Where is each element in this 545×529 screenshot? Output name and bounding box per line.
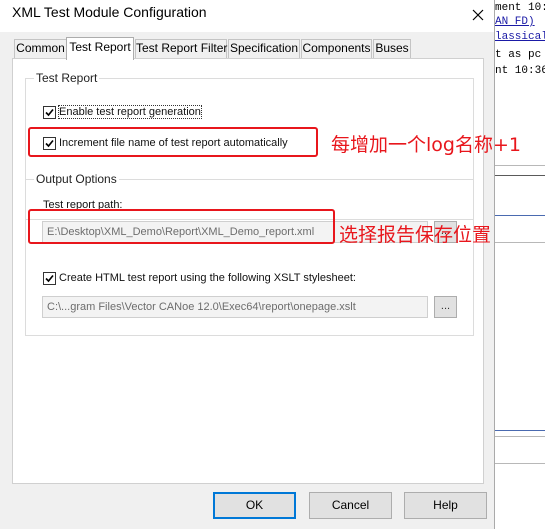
annotation-path-note: 选择报告保存位置 (339, 224, 492, 246)
ok-button[interactable]: OK (213, 492, 296, 519)
xslt-stylesheet-field[interactable]: C:\...gram Files\Vector CANoe 12.0\Exec6… (42, 296, 428, 318)
annotation-increment-note: 每增加一个log名称+1 (331, 134, 521, 156)
tab-buses[interactable]: Buses (373, 39, 411, 58)
tab-label: Test Report Filter (136, 41, 228, 55)
group-output-options: Output Options Test report path: E:\Desk… (25, 172, 474, 336)
background-text-line: nt 10:36 (495, 65, 545, 77)
background-divider (495, 436, 545, 437)
background-divider (495, 215, 545, 216)
tab-panel-test-report: Test Report Enable test report generatio… (12, 58, 484, 484)
tab-label: Test Report (69, 40, 131, 54)
group-title: Output Options (34, 172, 119, 186)
tab-label: Specification (229, 41, 299, 55)
tab-label: Common (16, 41, 65, 55)
background-divider (495, 430, 545, 431)
tab-components[interactable]: Components (301, 39, 372, 58)
enable-report-label[interactable]: Enable test report generation (58, 105, 202, 119)
background-divider (495, 165, 545, 166)
background-text-line: t as pc (495, 49, 542, 61)
xml-test-module-dialog: XML Test Module Configuration Common Tes… (0, 0, 495, 529)
tab-specification[interactable]: Specification (228, 39, 300, 58)
create-html-checkbox[interactable] (43, 272, 56, 285)
tab-test-report-filter[interactable]: Test Report Filter (135, 39, 227, 58)
cancel-button[interactable]: Cancel (309, 492, 392, 519)
title-bar[interactable]: XML Test Module Configuration (0, 0, 494, 32)
background-divider (495, 463, 545, 464)
background-divider (495, 242, 545, 243)
background-text-line: ment 10: (495, 2, 545, 14)
checkmark-icon (45, 274, 54, 283)
group-title: Test Report (34, 71, 100, 85)
create-html-label[interactable]: Create HTML test report using the follow… (59, 272, 356, 284)
annotation-highlight-path (28, 209, 335, 244)
dialog-title: XML Test Module Configuration (12, 4, 207, 20)
tab-common[interactable]: Common (14, 39, 67, 58)
background-app-window: ment 10: AN FD) lassical t as pc nt 10:3… (495, 0, 545, 529)
help-button[interactable]: Help (404, 492, 487, 519)
xslt-browse-button[interactable]: ... (434, 296, 457, 318)
tab-label: Components (302, 41, 371, 55)
checkmark-icon (45, 108, 54, 117)
tab-test-report[interactable]: Test Report (66, 37, 134, 60)
enable-report-checkbox[interactable] (43, 106, 56, 119)
annotation-highlight-increment (28, 127, 318, 157)
background-link-line[interactable]: AN FD) (495, 16, 535, 28)
background-link-line[interactable]: lassical (495, 31, 545, 43)
tab-label: Buses (375, 41, 409, 55)
background-divider (495, 175, 545, 176)
